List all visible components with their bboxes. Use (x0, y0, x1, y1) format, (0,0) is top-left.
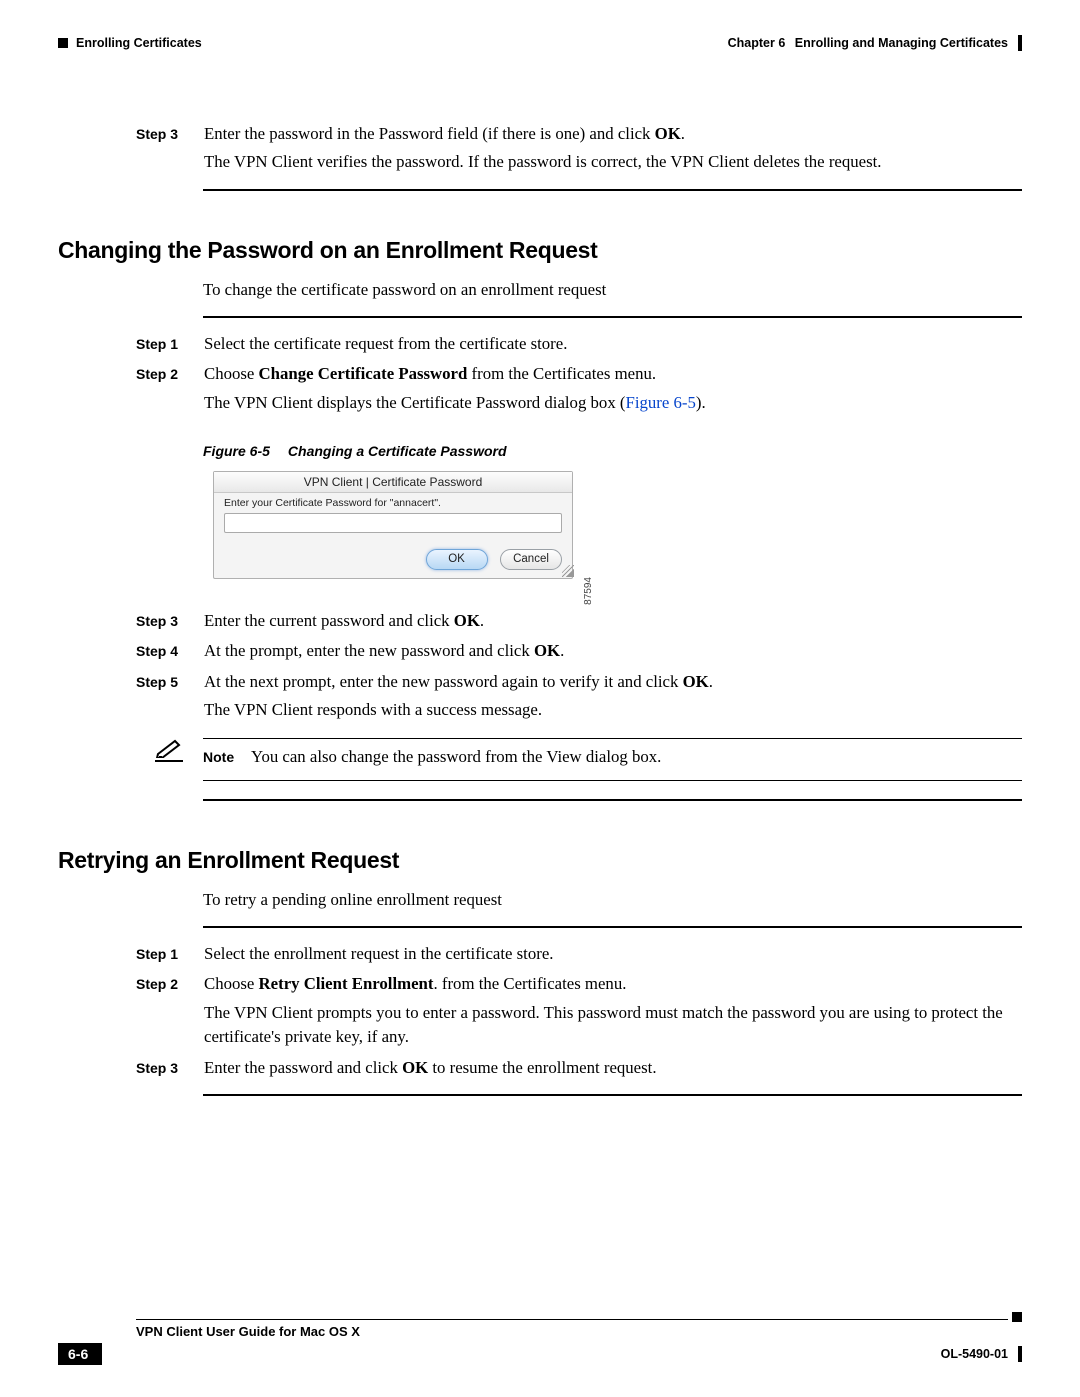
ok-button[interactable]: OK (426, 549, 488, 570)
header-chapter-title: Enrolling and Managing Certificates (795, 36, 1008, 50)
dialog-prompt: Enter your Certificate Password for "ann… (224, 497, 562, 509)
note-block: Note You can also change the password fr… (155, 738, 1022, 769)
step-label: Step 1 (136, 942, 204, 966)
step-text: Enter the current password and click OK. (204, 609, 1022, 633)
step-text: At the next prompt, enter the new passwo… (204, 670, 1022, 723)
step-text: At the prompt, enter the new password an… (204, 639, 1022, 663)
step-row: Step 5 At the next prompt, enter the new… (136, 670, 1022, 723)
step-label: Step 3 (136, 1056, 204, 1080)
step-label: Step 4 (136, 639, 204, 663)
step-text: Enter the password and click OK to resum… (204, 1056, 1022, 1080)
step-label: Step 2 (136, 362, 204, 415)
header-chapter-label: Chapter 6 (728, 36, 786, 50)
header-section-title: Enrolling Certificates (76, 36, 202, 50)
figure-caption: Figure 6-5Changing a Certificate Passwor… (203, 443, 1022, 461)
step-text: Select the certificate request from the … (204, 332, 1022, 356)
figure-id: 87594 (583, 577, 594, 605)
step-label: Step 3 (136, 122, 204, 175)
step-row: Step 3 Enter the password in the Passwor… (136, 122, 1022, 175)
step-text: Select the enrollment request in the cer… (204, 942, 1022, 966)
step-label: Step 1 (136, 332, 204, 356)
step-label: Step 3 (136, 609, 204, 633)
page-header: Enrolling Certificates Chapter 6 Enrolli… (58, 35, 1022, 51)
step-row: Step 1 Select the enrollment request in … (136, 942, 1022, 966)
footer-guide-title: VPN Client User Guide for Mac OS X (136, 1324, 1022, 1339)
page-number-badge: 6-6 (58, 1343, 102, 1365)
step-text: Choose Change Certificate Password from … (204, 362, 1022, 415)
step-row: Step 4 At the prompt, enter the new pass… (136, 639, 1022, 663)
step-text: Choose Retry Client Enrollment. from the… (204, 972, 1022, 1049)
resize-grip-icon (562, 565, 574, 577)
step-label: Step 5 (136, 670, 204, 723)
footer-doc-id: OL-5490-01 (941, 1347, 1008, 1361)
rule (203, 316, 1022, 318)
header-bar-icon (1018, 35, 1022, 51)
note-pencil-icon (155, 738, 183, 762)
rule (203, 926, 1022, 928)
certificate-password-input[interactable] (224, 513, 562, 533)
rule (203, 799, 1022, 801)
rule (203, 189, 1022, 191)
step-text: Enter the password in the Password field… (204, 122, 1022, 175)
step-row: Step 1 Select the certificate request fr… (136, 332, 1022, 356)
cancel-button[interactable]: Cancel (500, 549, 562, 570)
page-footer: VPN Client User Guide for Mac OS X 6-6 O… (58, 1312, 1022, 1365)
note-text: You can also change the password from th… (251, 745, 661, 769)
rule (203, 1094, 1022, 1096)
step-row: Step 2 Choose Change Certificate Passwor… (136, 362, 1022, 415)
footer-marker-icon (1012, 1312, 1022, 1322)
figure-ref-link[interactable]: Figure 6-5 (626, 393, 696, 412)
footer-bar-icon (1018, 1346, 1022, 1362)
step-row: Step 2 Choose Retry Client Enrollment. f… (136, 972, 1022, 1049)
step-label: Step 2 (136, 972, 204, 1049)
section-intro: To retry a pending online enrollment req… (203, 888, 1022, 912)
rule (203, 780, 1022, 781)
step-row: Step 3 Enter the current password and cl… (136, 609, 1022, 633)
dialog-title: VPN Client | Certificate Password (214, 472, 572, 493)
note-label: Note (203, 745, 251, 769)
header-marker-icon (58, 38, 68, 48)
section-heading: Changing the Password on an Enrollment R… (58, 237, 1022, 264)
figure-dialog: VPN Client | Certificate Password Enter … (213, 471, 588, 579)
step-row: Step 3 Enter the password and click OK t… (136, 1056, 1022, 1080)
section-heading: Retrying an Enrollment Request (58, 847, 1022, 874)
section-intro: To change the certificate password on an… (203, 278, 1022, 302)
